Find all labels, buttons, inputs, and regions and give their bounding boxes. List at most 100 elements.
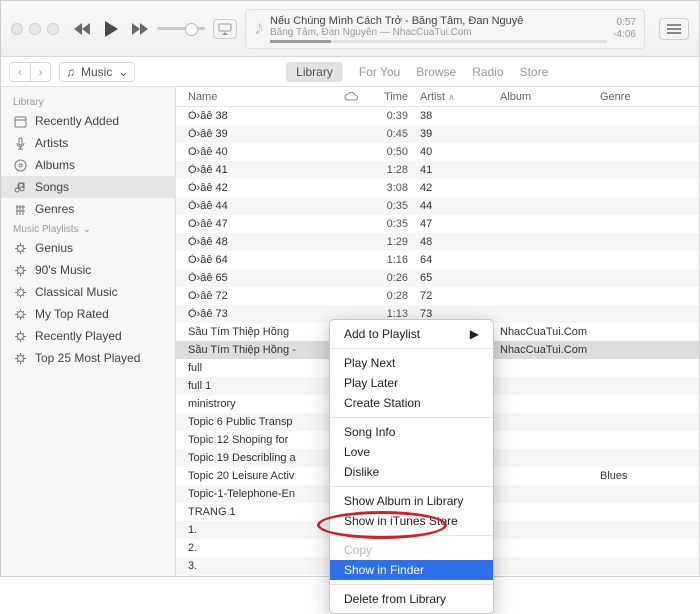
track-name: 3.	[176, 560, 344, 572]
menu-item-label: Play Later	[344, 376, 398, 390]
col-cloud[interactable]	[344, 92, 374, 102]
track-row[interactable]: Ò›âê 650:2665	[176, 269, 699, 287]
track-row[interactable]: Ò›âê 390:4539	[176, 125, 699, 143]
track-name: Ò›âê 48	[176, 236, 344, 248]
track-artist: 42	[414, 182, 494, 194]
sidebar-item-label: Classical Music	[35, 285, 118, 299]
volume-slider[interactable]	[157, 27, 205, 30]
sidebar-item-my-top-rated[interactable]: My Top Rated	[1, 303, 175, 325]
sidebar-item-top-25-most-played[interactable]: Top 25 Most Played	[1, 347, 175, 369]
music-icon: ♫	[66, 65, 75, 79]
sidebar-item-songs[interactable]: Songs	[1, 176, 175, 198]
track-row[interactable]: Ò›âê 380:3938	[176, 107, 699, 125]
minimize-icon[interactable]	[29, 23, 41, 35]
track-name: Ò›âê 40	[176, 146, 344, 158]
menu-item-label: Show in iTunes Store	[344, 514, 458, 528]
col-genre[interactable]: Genre	[594, 91, 699, 103]
track-name: Ò›âê 42	[176, 182, 344, 194]
track-artist: 65	[414, 272, 494, 284]
track-name: Ò›âê 44	[176, 200, 344, 212]
mic-icon	[13, 137, 27, 150]
track-row[interactable]: Ò›âê 641:1664	[176, 251, 699, 269]
progress-bar[interactable]	[270, 40, 607, 43]
menu-item-show-in-itunes-store[interactable]: Show in iTunes Store	[330, 511, 493, 531]
menu-item-play-next[interactable]: Play Next	[330, 353, 493, 373]
menu-item-play-later[interactable]: Play Later	[330, 373, 493, 393]
main-tabs: Library For You Browse Radio Store	[286, 62, 548, 82]
sidebar-item-label: Recently Played	[35, 329, 122, 343]
sidebar-item-recently-added[interactable]: Recently Added	[1, 110, 175, 132]
menu-item-dislike[interactable]: Dislike	[330, 462, 493, 482]
track-time: 1:29	[374, 236, 414, 248]
volume-control[interactable]	[157, 27, 205, 30]
track-row[interactable]: Ò›âê 400:5040	[176, 143, 699, 161]
note-icon	[13, 181, 27, 194]
tab-store[interactable]: Store	[520, 65, 549, 79]
zoom-icon[interactable]	[47, 23, 59, 35]
track-time: 0:50	[374, 146, 414, 158]
airplay-button[interactable]	[213, 19, 237, 39]
track-name: TRANG 1	[176, 506, 344, 518]
sidebar: Library Recently AddedArtistsAlbumsSongs…	[1, 87, 176, 576]
menu-item-label: Show Album in Library	[344, 494, 463, 508]
sidebar-item-genres[interactable]: Genres	[1, 198, 175, 220]
track-artist: 38	[414, 110, 494, 122]
sidebar-item-label: Top 25 Most Played	[35, 351, 140, 365]
menu-item-delete-from-library[interactable]: Delete from Library	[330, 589, 493, 609]
guitar-icon	[13, 203, 27, 216]
playback-controls	[73, 20, 149, 38]
back-button[interactable]: ‹	[10, 63, 30, 81]
forward-icon[interactable]	[131, 22, 149, 36]
track-name: Ò›âê 72	[176, 290, 344, 302]
menu-item-show-in-finder[interactable]: Show in Finder	[330, 560, 493, 580]
toolbar: ♪ Nếu Chúng Mình Cách Trở - Băng Tâm, Đa…	[1, 1, 699, 57]
now-playing-title: Nếu Chúng Mình Cách Trở - Băng Tâm, Đan …	[270, 15, 607, 27]
chevron-down-icon: ⌄	[118, 65, 128, 79]
tab-browse[interactable]: Browse	[416, 65, 456, 79]
menu-item-song-info[interactable]: Song Info	[330, 422, 493, 442]
menu-item-love[interactable]: Love	[330, 442, 493, 462]
track-row[interactable]: Ò›âê 411:2841	[176, 161, 699, 179]
menu-item-show-album-in-library[interactable]: Show Album in Library	[330, 491, 493, 511]
track-row[interactable]: Ò›âê 440:3544	[176, 197, 699, 215]
gear-icon	[13, 352, 27, 365]
play-icon[interactable]	[103, 20, 119, 38]
sidebar-item-albums[interactable]: Albums	[1, 154, 175, 176]
col-artist[interactable]: Artist ∧	[414, 91, 494, 103]
track-name: full 1	[176, 380, 344, 392]
menu-item-add-to-playlist[interactable]: Add to Playlist▶	[330, 324, 493, 344]
source-label: Music	[81, 65, 112, 79]
tab-library[interactable]: Library	[286, 62, 343, 82]
tab-radio[interactable]: Radio	[472, 65, 503, 79]
nav-back-forward: ‹ ›	[9, 62, 51, 82]
sidebar-item-recently-played[interactable]: Recently Played	[1, 325, 175, 347]
airplay-icon	[218, 23, 232, 35]
forward-button[interactable]: ›	[30, 63, 50, 81]
col-time[interactable]: Time	[374, 91, 414, 103]
gear-icon	[13, 308, 27, 321]
source-selector[interactable]: ♫ Music ⌄	[59, 62, 135, 82]
track-row[interactable]: Ò›âê 423:0842	[176, 179, 699, 197]
menu-separator	[330, 535, 493, 536]
track-time: 0:45	[374, 128, 414, 140]
col-album[interactable]: Album	[494, 91, 594, 103]
close-icon[interactable]	[11, 23, 23, 35]
tab-for-you[interactable]: For You	[359, 65, 400, 79]
sidebar-item-90-s-music[interactable]: 90's Music	[1, 259, 175, 281]
sidebar-item-classical-music[interactable]: Classical Music	[1, 281, 175, 303]
rewind-icon[interactable]	[73, 22, 91, 36]
sidebar-item-artists[interactable]: Artists	[1, 132, 175, 154]
menu-item-label: Create Station	[344, 396, 421, 410]
sidebar-head-playlists[interactable]: Music Playlists ⌄	[1, 220, 175, 237]
menu-item-create-station[interactable]: Create Station	[330, 393, 493, 413]
sidebar-item-genius[interactable]: Genius	[1, 237, 175, 259]
now-playing-subtitle: Băng Tâm, Đan Nguyên — NhacCuaTui.Com	[270, 27, 607, 38]
track-name: Ò›âê 73	[176, 308, 344, 320]
list-view-button[interactable]	[659, 18, 689, 40]
track-row[interactable]: Ò›âê 720:2872	[176, 287, 699, 305]
col-name[interactable]: Name	[176, 91, 344, 103]
track-row[interactable]: Ò›âê 470:3547	[176, 215, 699, 233]
track-row[interactable]: Ò›âê 481:2948	[176, 233, 699, 251]
menu-item-label: Delete from Library	[344, 592, 446, 606]
menu-item-label: Dislike	[344, 465, 379, 479]
